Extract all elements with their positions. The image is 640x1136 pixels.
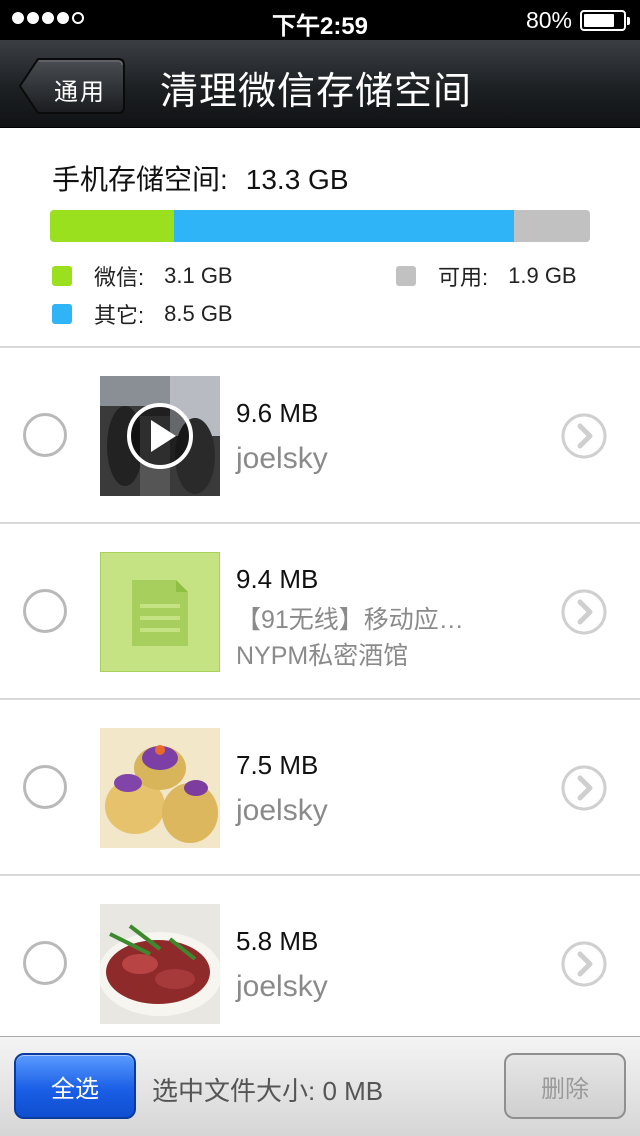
legend-other: 其它: 8.5 GB: [52, 298, 233, 330]
file-sender: joelsky: [236, 794, 328, 827]
legend-wechat-value: 3.1 GB: [164, 263, 233, 288]
storage-segment-free: [514, 210, 590, 242]
legend-other-value: 8.5 GB: [164, 301, 233, 326]
storage-segment-other: [174, 210, 514, 242]
storage-total-line: 手机存储空间: 13.3 GB: [52, 158, 349, 198]
selected-size-label: 选中文件大小: 0 MB: [152, 1076, 384, 1106]
navigation-bar: 通用 清理微信存储空间: [0, 40, 640, 128]
storage-total: 13.3 GB: [245, 164, 349, 195]
chevron-right-icon[interactable]: [561, 589, 607, 635]
list-item[interactable]: 7.5 MB joelsky: [0, 700, 640, 876]
status-bar: 下午2:59 80%: [0, 0, 640, 40]
list-item[interactable]: 9.6 MB joelsky: [0, 348, 640, 524]
legend-free: 可用: 1.9 GB: [396, 260, 577, 292]
chevron-right-icon[interactable]: [561, 941, 607, 987]
select-all-button[interactable]: 全选: [14, 1053, 136, 1119]
legend-wechat-label: 微信:: [94, 265, 145, 290]
select-radio[interactable]: [23, 765, 67, 809]
storage-segment-wechat: [50, 210, 174, 242]
back-button-label: 通用: [54, 79, 106, 106]
document-icon[interactable]: [100, 552, 220, 672]
file-size: 9.4 MB: [236, 564, 319, 594]
file-size: 9.6 MB: [236, 398, 319, 428]
free-swatch: [396, 266, 416, 286]
storage-label: 手机存储空间:: [52, 164, 228, 195]
file-size: 7.5 MB: [236, 750, 319, 780]
list-item[interactable]: 5.8 MB joelsky: [0, 876, 640, 1036]
back-button[interactable]: 通用: [18, 58, 126, 114]
legend-other-label: 其它:: [94, 303, 145, 328]
page-title: 清理微信存储空间: [160, 71, 473, 113]
legend-wechat: 微信: 3.1 GB: [52, 260, 233, 292]
file-list: 9.6 MB joelsky 9.4 MB 【91无线】移动应… NYPM私密酒…: [0, 348, 640, 1036]
storage-summary: 手机存储空间: 13.3 GB 微信: 3.1 GB 其它: 8.5 GB 可用:…: [0, 128, 640, 348]
select-radio[interactable]: [23, 413, 67, 457]
select-radio[interactable]: [23, 941, 67, 985]
legend-free-value: 1.9 GB: [508, 263, 577, 288]
file-sender: joelsky: [236, 970, 328, 1003]
list-item[interactable]: 9.4 MB 【91无线】移动应… NYPM私密酒馆: [0, 524, 640, 700]
delete-button[interactable]: 删除: [504, 1053, 626, 1119]
battery-percent: 80%: [525, 7, 572, 33]
bottom-toolbar: 全选 选中文件大小: 0 MB 删除: [0, 1036, 640, 1136]
other-swatch: [52, 304, 72, 324]
chevron-right-icon[interactable]: [561, 765, 607, 811]
chevron-right-icon[interactable]: [561, 413, 607, 459]
file-sender: joelsky: [236, 442, 328, 475]
wechat-swatch: [52, 266, 72, 286]
storage-usage-bar: [50, 210, 590, 242]
battery-icon: [580, 10, 630, 31]
food-photo-steak[interactable]: [100, 904, 220, 1024]
legend-free-label: 可用:: [438, 265, 489, 290]
file-title: 【91无线】移动应…: [236, 606, 464, 634]
video-thumbnail[interactable]: [100, 376, 220, 496]
select-radio[interactable]: [23, 589, 67, 633]
file-size: 5.8 MB: [236, 926, 319, 956]
food-photo-pastry[interactable]: [100, 728, 220, 848]
file-sender: NYPM私密酒馆: [236, 642, 409, 670]
